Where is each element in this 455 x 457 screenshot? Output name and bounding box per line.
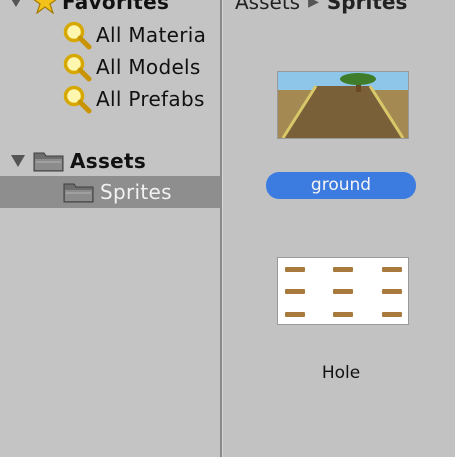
ground-asset-label[interactable]: ground	[266, 172, 416, 199]
tree-item-sprites[interactable]: Sprites	[0, 176, 220, 208]
breadcrumb-separator-icon: ▶	[308, 0, 319, 10]
expand-arrow-icon[interactable]	[6, 0, 26, 12]
favorite-item-all-prefabs[interactable]: All Prefabs	[62, 83, 205, 115]
asset-grid-panel: Assets ▶ Sprites ground Hole	[223, 0, 455, 457]
breadcrumb-current[interactable]: Sprites	[327, 0, 407, 14]
search-icon	[62, 84, 92, 114]
favorites-header[interactable]: Favorites	[6, 0, 169, 18]
favorite-item-label: All Models	[96, 55, 201, 79]
hole-asset-label[interactable]: Hole	[266, 361, 416, 385]
tree-item-assets[interactable]: Assets	[8, 145, 146, 177]
favorite-item-all-materials[interactable]: All Materia	[62, 19, 206, 51]
favorite-item-label: All Prefabs	[96, 87, 205, 111]
ground-sprite-thumbnail[interactable]	[277, 71, 409, 139]
search-icon	[62, 20, 92, 50]
folder-icon	[62, 179, 96, 205]
hole-sprite-thumbnail[interactable]	[277, 257, 409, 325]
breadcrumb: Assets ▶ Sprites	[223, 0, 407, 14]
project-tree: Favorites All Materia All Models All Pre…	[0, 0, 220, 457]
expand-arrow-icon[interactable]	[8, 151, 28, 171]
search-icon	[62, 52, 92, 82]
breadcrumb-root[interactable]: Assets	[235, 0, 300, 14]
tree-item-label: Assets	[70, 149, 147, 173]
favorites-label: Favorites	[62, 0, 170, 14]
star-icon	[32, 0, 58, 15]
favorite-item-label: All Materia	[96, 23, 207, 47]
favorite-item-all-models[interactable]: All Models	[62, 51, 201, 83]
folder-icon	[32, 148, 66, 174]
tree-item-label: Sprites	[100, 180, 172, 204]
